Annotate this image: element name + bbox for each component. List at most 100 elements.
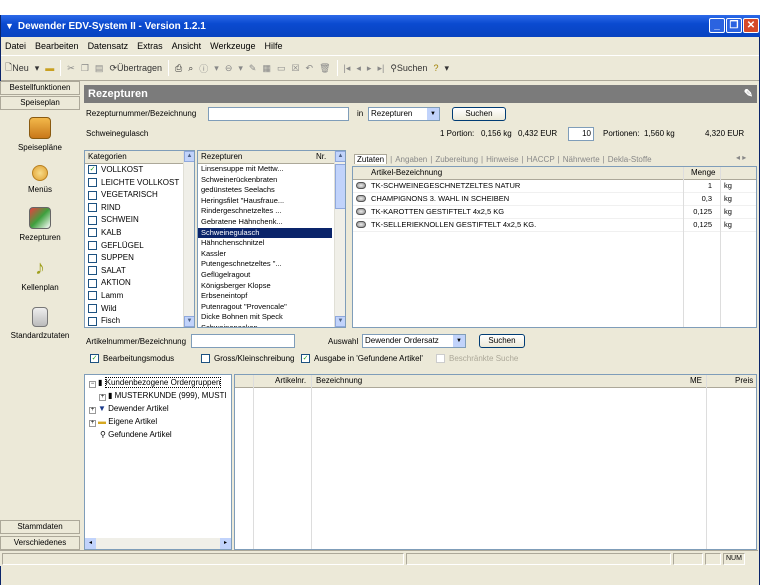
ingredient-row[interactable]: TK-SCHWEINEGESCHNETZELTES NATUR 1 kg (353, 180, 756, 193)
recipe-item[interactable]: Putengeschnetzeltes "... (198, 259, 332, 270)
checkbox-icon[interactable] (88, 316, 97, 326)
delete-record-icon[interactable]: ☒ (291, 63, 299, 74)
scroll-up-icon[interactable]: ▲ (335, 151, 345, 162)
stop-icon[interactable]: ⊖ (225, 63, 233, 74)
ingredient-row[interactable]: TK-SELLERIEKNOLLEN GESTIFTELT 4x2,5 KG. 0… (353, 219, 756, 232)
recipe-item[interactable]: Linsensuppe mit Mettw... (198, 164, 332, 175)
nav-item-kellenplan[interactable]: ♪ Kellenplan (0, 257, 80, 292)
copy-icon[interactable]: ❐ (81, 63, 89, 74)
cut-icon[interactable]: ✂ (67, 63, 75, 74)
menu-bearbeiten[interactable]: Bearbeiten (35, 41, 79, 51)
recipe-item[interactable]: Schweinenacken (198, 323, 332, 327)
tab-haccp[interactable]: HACCP (527, 155, 555, 164)
tree-node-musterkunde[interactable]: + ▮ MUSTERKUNDE (999), MUSTI (85, 389, 231, 402)
category-item[interactable]: SALAT (85, 265, 194, 278)
recipe-item[interactable]: Kassler (198, 249, 332, 260)
tab-hinweise[interactable]: Hinweise (486, 155, 518, 164)
nav-item-speiseplaene[interactable]: Speisepläne (0, 117, 80, 152)
pin-icon[interactable]: ✎ (744, 85, 753, 103)
help-dropdown-icon[interactable]: ▾ (444, 63, 449, 74)
checkbox-icon[interactable] (88, 266, 97, 276)
article-search-input[interactable] (191, 334, 295, 348)
recipe-item[interactable]: Schweinegulasch (198, 227, 332, 239)
checkbox-icon[interactable] (88, 291, 97, 301)
menu-hilfe[interactable]: Hilfe (264, 41, 282, 51)
form-icon[interactable]: ▭ (277, 63, 286, 74)
auswahl-select[interactable]: Dewender Ordersatz ▼ (362, 334, 466, 348)
scroll-down-icon[interactable]: ▼ (335, 316, 345, 327)
checkbox-icon[interactable] (88, 190, 97, 200)
trash-icon[interactable]: 🗑 (319, 63, 330, 74)
scroll-right-icon[interactable]: ▸ (220, 538, 231, 549)
tab-dekla-stoffe[interactable]: Dekla-Stoffe (608, 155, 652, 164)
menu-datei[interactable]: Datei (5, 41, 26, 51)
copy-record-icon[interactable]: ▦ (262, 63, 271, 74)
menu-extras[interactable]: Extras (137, 41, 163, 51)
opt-output[interactable]: ✓ Ausgabe in 'Gefundene Artikel' (301, 354, 423, 364)
menu-werkzeuge[interactable]: Werkzeuge (210, 41, 255, 51)
checkbox-icon[interactable] (88, 240, 97, 250)
recipe-item[interactable]: Rindergeschnetzeltes ... (198, 206, 332, 217)
recipe-item[interactable]: gedünstetes Seelachs (198, 185, 332, 196)
tab-angaben[interactable]: Angaben (395, 155, 427, 164)
checkbox-icon[interactable] (88, 303, 97, 313)
recipe-item[interactable]: Schweinerückenbraten (198, 175, 332, 186)
new-button[interactable]: 🗋 Neu (5, 60, 29, 76)
category-item[interactable]: VEGETARISCH (85, 189, 194, 202)
search-button[interactable]: ⚲ Suchen (390, 63, 427, 74)
tree-hscrollbar[interactable]: ◂ ▸ (85, 538, 231, 549)
info-icon[interactable]: ⓘ (199, 62, 208, 75)
maximize-button[interactable]: ❐ (726, 18, 742, 33)
info-dropdown-icon[interactable]: ▾ (214, 63, 219, 74)
menu-ansicht[interactable]: Ansicht (172, 41, 202, 51)
category-item[interactable]: Fisch (85, 315, 194, 327)
scroll-left-icon[interactable]: ◂ (85, 538, 96, 549)
scroll-thumb[interactable] (335, 164, 345, 209)
search-scope-select[interactable]: Rezepturen ▼ (368, 107, 440, 121)
tree-node-eigene[interactable]: + ▬ Eigene Artikel (85, 415, 231, 428)
nav-item-rezepturen[interactable]: Rezepturen (0, 207, 80, 242)
open-folder-icon[interactable]: ▬ (45, 63, 54, 73)
nav-item-standardzutaten[interactable]: Standardzutaten (0, 307, 80, 340)
recipe-item[interactable]: Gebratene Hähnchenk... (198, 217, 332, 228)
ingredient-row[interactable]: CHAMPIGNONS 3. WAHL IN SCHEIBEN 0,3 kg (353, 193, 756, 206)
opt-limited[interactable]: Beschränkte Suche (436, 354, 518, 364)
recipe-item[interactable]: Dicke Bohnen mit Speck (198, 312, 332, 323)
category-item[interactable]: SUPPEN (85, 252, 194, 265)
recipe-search-button[interactable]: Suchen (452, 107, 506, 121)
nav-bestellfunktionen[interactable]: Bestellfunktionen (0, 81, 80, 95)
recipe-item[interactable]: Königsberger Klopse (198, 281, 332, 292)
categories-scrollbar[interactable]: ▲ ▼ (183, 151, 194, 327)
next-record-icon[interactable]: ▸ (367, 63, 372, 74)
undo-icon[interactable]: ↶ (306, 63, 314, 74)
checkbox-icon[interactable] (88, 177, 97, 187)
category-item[interactable]: SCHWEIN (85, 214, 194, 227)
close-button[interactable]: ✕ (743, 18, 759, 33)
scroll-down-icon[interactable]: ▼ (184, 316, 194, 327)
category-item[interactable]: KALB (85, 227, 194, 240)
help-icon[interactable]: ? (433, 63, 438, 73)
checkbox-icon[interactable] (88, 278, 97, 288)
opt-case[interactable]: Gross/Kleinschreibung (201, 354, 294, 364)
recipe-item[interactable]: Geflügelragout (198, 270, 332, 281)
tree-node-dewender[interactable]: + ▼ Dewender Artikel (85, 402, 231, 415)
recipe-item[interactable]: Erbseneintopf (198, 291, 332, 302)
checkbox-icon[interactable] (88, 203, 97, 213)
category-item[interactable]: ✓ VOLLKOST (85, 164, 194, 177)
tab-nährwerte[interactable]: Nährwerte (563, 155, 600, 164)
recipe-search-input[interactable] (208, 107, 349, 121)
tab-zubereitung[interactable]: Zubereitung (435, 155, 478, 164)
scroll-up-icon[interactable]: ▲ (184, 151, 194, 162)
prev-record-icon[interactable]: ◂ (356, 63, 361, 74)
category-item[interactable]: RIND (85, 202, 194, 215)
article-search-button[interactable]: Suchen (479, 334, 525, 348)
checkbox-checked-icon[interactable]: ✓ (88, 165, 97, 175)
last-record-icon[interactable]: ▸| (377, 63, 384, 74)
portions-count-input[interactable]: 10 (568, 127, 594, 141)
paste-icon[interactable]: ▤ (95, 63, 104, 74)
checkbox-icon[interactable] (88, 228, 97, 238)
category-item[interactable]: GEFLÜGEL (85, 240, 194, 253)
menu-datensatz[interactable]: Datensatz (88, 41, 129, 51)
nav-item-menues[interactable]: Menüs (0, 165, 80, 194)
checkbox-icon[interactable] (88, 253, 97, 263)
